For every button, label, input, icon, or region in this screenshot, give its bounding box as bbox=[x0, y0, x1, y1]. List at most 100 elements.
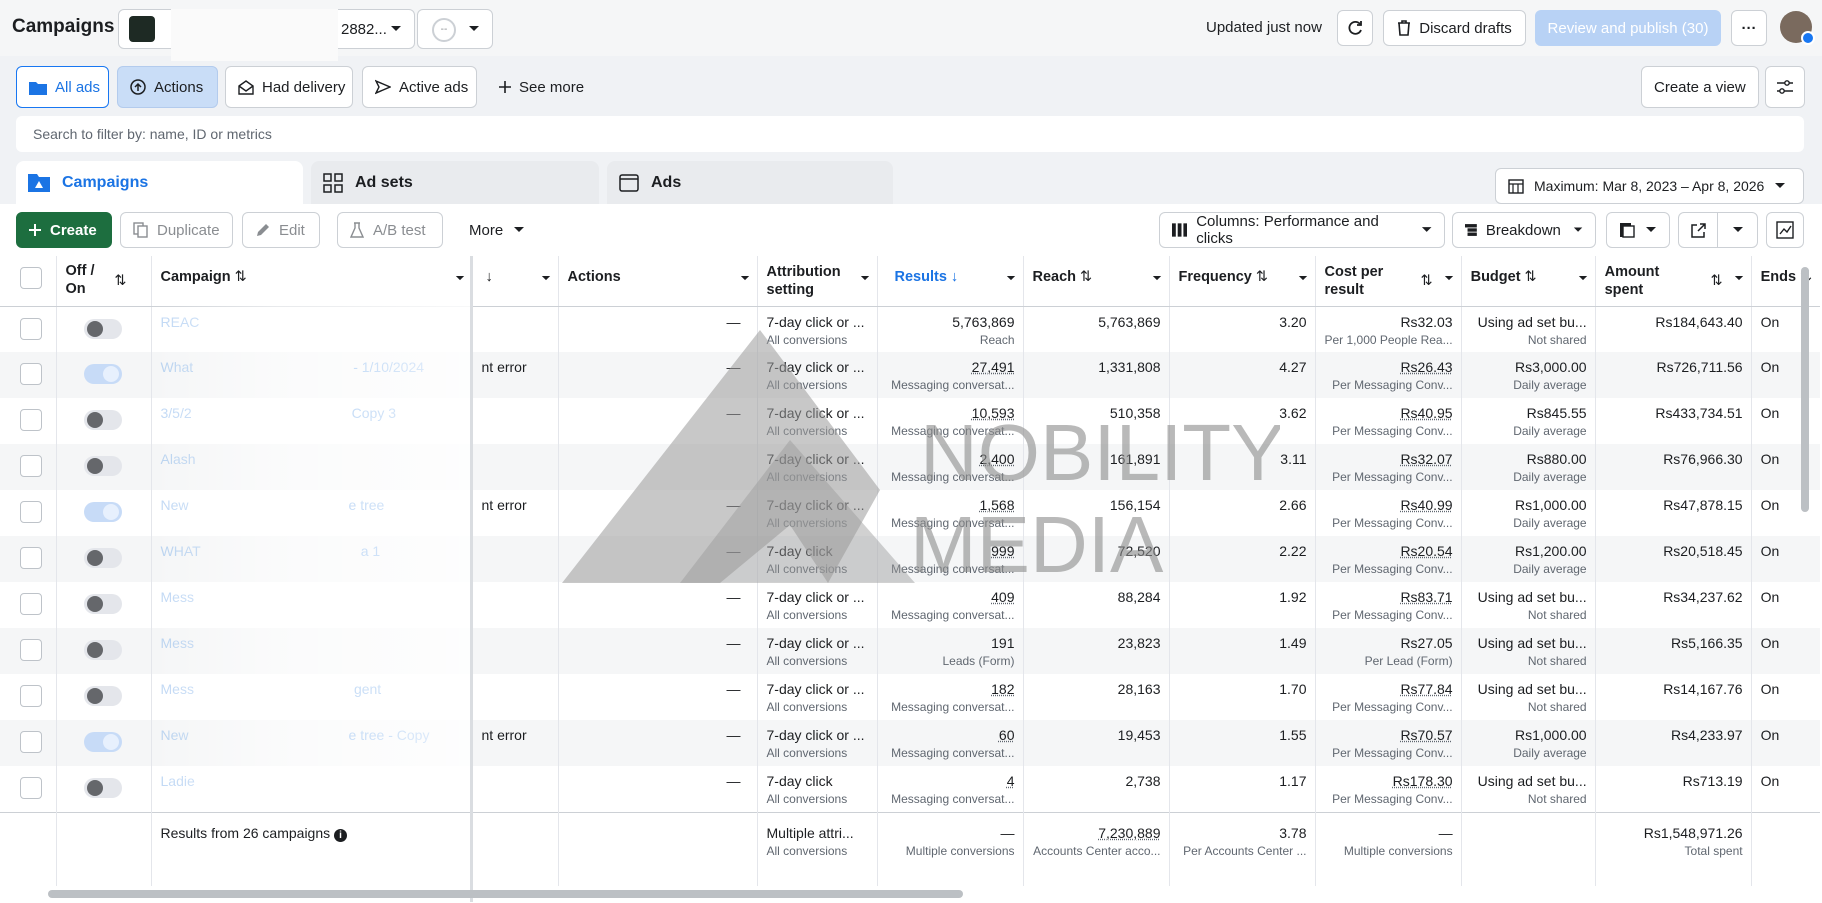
campaign-toggle[interactable] bbox=[83, 778, 122, 798]
table-row[interactable]: New e tree - Copy nt error — 7-day click or … bbox=[0, 720, 1821, 766]
results-value[interactable]: 60 bbox=[999, 727, 1015, 743]
header-delivery-hidden[interactable]: ↓ bbox=[472, 256, 559, 307]
row-checkbox[interactable] bbox=[20, 731, 42, 753]
create-view-button[interactable]: Create a view bbox=[1641, 66, 1759, 108]
create-button[interactable]: Create bbox=[16, 212, 112, 248]
campaign-name-cell[interactable]: New e tree bbox=[151, 490, 473, 536]
campaign-name[interactable]: WHAT bbox=[161, 543, 201, 559]
campaign-toggle[interactable] bbox=[83, 732, 122, 752]
campaign-name-suffix[interactable]: - 1/10/2024 bbox=[353, 359, 424, 375]
row-checkbox[interactable] bbox=[20, 547, 42, 569]
row-checkbox[interactable] bbox=[20, 455, 42, 477]
ab-test-button[interactable]: A/B test bbox=[337, 212, 443, 248]
campaign-toggle[interactable] bbox=[83, 640, 122, 660]
view-settings-button[interactable] bbox=[1765, 66, 1805, 108]
cost-per-result-value[interactable]: Rs20.54 bbox=[1400, 543, 1452, 559]
results-value[interactable]: 27,491 bbox=[972, 359, 1015, 375]
cost-per-result-value[interactable]: Rs26.43 bbox=[1400, 359, 1452, 375]
header-results[interactable]: Results ↓ bbox=[877, 256, 1024, 307]
campaign-toggle[interactable] bbox=[83, 318, 122, 339]
campaign-toggle[interactable] bbox=[83, 594, 122, 614]
row-checkbox[interactable] bbox=[20, 777, 42, 799]
table-row[interactable]: REAC — 7-day click or ... All conversions 5,… bbox=[0, 306, 1820, 352]
tab-ad-sets[interactable]: Ad sets bbox=[311, 161, 599, 205]
vertical-scrollbar[interactable] bbox=[1801, 267, 1809, 512]
view-all-ads[interactable]: All ads bbox=[16, 66, 109, 108]
campaign-name[interactable]: REAC bbox=[161, 314, 200, 330]
results-value[interactable]: 4 bbox=[1007, 773, 1015, 789]
campaign-name[interactable]: Mess bbox=[161, 589, 194, 605]
campaign-toggle[interactable] bbox=[83, 502, 122, 522]
row-checkbox[interactable] bbox=[20, 593, 42, 615]
table-row[interactable]: Alash 7-day click or ... All conversions 2,… bbox=[0, 444, 1821, 490]
cost-per-result-value[interactable]: Rs178.30 bbox=[1393, 773, 1453, 789]
header-budget[interactable]: Budget ⇅ bbox=[1461, 256, 1596, 307]
header-frequency[interactable]: Frequency ⇅ bbox=[1169, 256, 1316, 307]
view-actions[interactable]: Actions bbox=[117, 66, 218, 108]
more-actions-button[interactable]: More bbox=[457, 212, 539, 248]
table-row[interactable]: Mess — 7-day click or ... All conversions 19… bbox=[0, 628, 1821, 674]
campaign-name-suffix[interactable]: e tree - Copy bbox=[349, 727, 430, 743]
avatar[interactable] bbox=[1780, 11, 1815, 45]
campaign-toggle[interactable] bbox=[83, 686, 122, 706]
campaign-name[interactable]: New bbox=[161, 727, 189, 743]
campaign-name-cell[interactable]: Ladie bbox=[151, 766, 473, 812]
row-checkbox[interactable] bbox=[20, 639, 42, 661]
results-value[interactable]: 409 bbox=[991, 589, 1014, 605]
row-checkbox[interactable] bbox=[20, 317, 42, 340]
tab-ads[interactable]: Ads bbox=[607, 161, 893, 205]
reports-button[interactable] bbox=[1606, 212, 1670, 248]
charts-button[interactable] bbox=[1766, 212, 1804, 248]
cost-per-result-value[interactable]: Rs40.99 bbox=[1400, 497, 1452, 513]
campaign-name-suffix[interactable]: gent bbox=[354, 681, 381, 697]
campaign-name[interactable]: Mess bbox=[161, 635, 194, 651]
campaign-name[interactable]: Alash bbox=[161, 451, 196, 467]
results-value[interactable]: 10,593 bbox=[972, 405, 1015, 421]
campaign-name-cell[interactable]: Mess gent bbox=[151, 674, 473, 720]
campaign-toggle[interactable] bbox=[83, 410, 122, 430]
date-range-picker[interactable]: Maximum: Mar 8, 2023 – Apr 8, 2026 bbox=[1495, 168, 1804, 204]
campaign-name[interactable]: What bbox=[161, 359, 194, 375]
more-options-button[interactable]: ··· bbox=[1731, 10, 1767, 46]
refresh-button[interactable] bbox=[1337, 10, 1373, 46]
campaign-toggle[interactable] bbox=[83, 456, 122, 476]
campaign-name[interactable]: Ladie bbox=[161, 773, 195, 789]
review-publish-button[interactable]: Review and publish (30) bbox=[1535, 10, 1721, 46]
duplicate-button[interactable]: Duplicate bbox=[120, 212, 233, 248]
table-row[interactable]: Mess gent — 7-day click or ... All conversio… bbox=[0, 674, 1820, 720]
cost-per-result-value[interactable]: Rs32.07 bbox=[1400, 451, 1452, 467]
results-value[interactable]: 182 bbox=[991, 681, 1014, 697]
row-checkbox[interactable] bbox=[20, 501, 42, 523]
results-value[interactable]: 999 bbox=[991, 543, 1014, 559]
campaign-name-cell[interactable]: 3/5/2 Copy 3 bbox=[151, 398, 473, 444]
see-more-button[interactable]: See more bbox=[487, 66, 597, 108]
table-row[interactable]: WHAT a 1 — 7-day click All conversions 999 Mes… bbox=[0, 536, 1821, 582]
row-checkbox[interactable] bbox=[20, 409, 42, 431]
columns-selector[interactable]: Columns: Performance and clicks bbox=[1159, 212, 1445, 248]
results-value[interactable]: 2,400 bbox=[979, 451, 1014, 467]
table-row[interactable]: 3/5/2 Copy 3 — 7-day click or ... All conver… bbox=[0, 398, 1820, 444]
header-reach[interactable]: Reach ⇅ bbox=[1023, 256, 1170, 307]
table-row[interactable]: Ladie — 7-day click All conversions 4 Messagi… bbox=[0, 766, 1820, 812]
campaign-name-suffix[interactable]: Copy 3 bbox=[352, 405, 396, 421]
header-off-on[interactable]: Off / On ⇅ bbox=[56, 256, 152, 307]
campaign-name-cell[interactable]: New e tree - Copy bbox=[151, 720, 473, 766]
row-checkbox[interactable] bbox=[20, 363, 42, 385]
ad-account-selector[interactable]: 2882... bbox=[118, 9, 415, 61]
campaign-name-cell[interactable]: Mess bbox=[151, 628, 473, 674]
campaign-name-suffix[interactable]: e tree bbox=[349, 497, 385, 513]
campaign-name-cell[interactable]: What - 1/10/2024 bbox=[151, 352, 473, 398]
campaign-name-cell[interactable]: REAC bbox=[151, 306, 473, 352]
search-input[interactable]: Search to filter by: name, ID or metrics bbox=[16, 116, 1804, 152]
table-row[interactable]: What - 1/10/2024 nt error — 7-day click or .… bbox=[0, 352, 1821, 398]
discard-drafts-button[interactable]: Discard drafts bbox=[1383, 10, 1526, 46]
table-row[interactable]: New e tree nt error — 7-day click or ... All … bbox=[0, 490, 1820, 536]
view-active-ads[interactable]: Active ads bbox=[362, 66, 477, 108]
cost-per-result-value[interactable]: Rs70.57 bbox=[1400, 727, 1452, 743]
header-cost-per-result[interactable]: Cost per result ⇅ bbox=[1315, 256, 1462, 307]
row-checkbox[interactable] bbox=[20, 685, 42, 707]
table-row[interactable]: Mess — 7-day click or ... All conversions 40… bbox=[0, 582, 1820, 628]
tab-campaigns[interactable]: Campaigns bbox=[16, 161, 303, 205]
header-ends[interactable]: Ends⇅ bbox=[1751, 256, 1821, 307]
campaign-name[interactable]: 3/5/2 bbox=[161, 405, 192, 421]
